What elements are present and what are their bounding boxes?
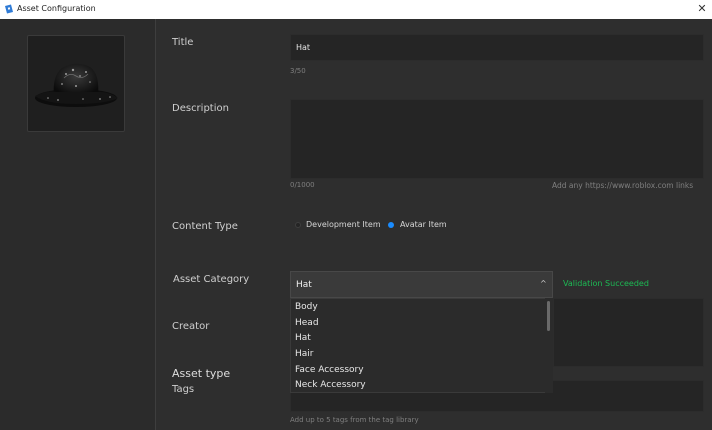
dropdown-scrollbar-thumb[interactable] bbox=[547, 301, 550, 331]
asset-type-label: Asset type bbox=[172, 367, 231, 380]
dropdown-option-neck-accessory[interactable]: Neck Accessory bbox=[295, 380, 366, 391]
description-label: Description bbox=[172, 103, 229, 114]
asset-category-label: Asset Category bbox=[173, 274, 250, 285]
radio-label-development-item[interactable]: Development Item bbox=[306, 220, 381, 230]
validation-status: Validation Succeeded bbox=[563, 279, 649, 288]
description-char-counter: 0/1000 bbox=[290, 181, 315, 189]
dropdown-option-body[interactable]: Body bbox=[295, 302, 318, 313]
asset-thumbnail bbox=[27, 35, 125, 132]
radio-development-item[interactable] bbox=[295, 222, 301, 228]
asset-category-options-list bbox=[290, 298, 553, 393]
window-titlebar: Asset Configuration ✕ bbox=[0, 0, 712, 19]
title-label: Title bbox=[172, 37, 194, 48]
window-title: Asset Configuration bbox=[17, 4, 96, 13]
close-button[interactable]: ✕ bbox=[695, 1, 709, 17]
radio-avatar-item[interactable] bbox=[388, 222, 394, 228]
roblox-studio-icon bbox=[5, 4, 13, 14]
dropdown-option-head[interactable]: Head bbox=[295, 318, 319, 329]
title-char-counter: 3/50 bbox=[290, 67, 306, 75]
title-input[interactable] bbox=[290, 34, 704, 61]
chevron-up-icon: ^ bbox=[540, 279, 547, 288]
description-hint: Add any https://www.roblox.com links bbox=[552, 181, 694, 190]
hat-thumbnail bbox=[35, 63, 118, 107]
radio-label-avatar-item[interactable]: Avatar Item bbox=[400, 220, 447, 230]
description-input[interactable] bbox=[290, 99, 704, 179]
dropdown-option-face-accessory[interactable]: Face Accessory bbox=[295, 365, 364, 376]
asset-category-selected: Hat bbox=[296, 280, 312, 290]
content-type-label: Content Type bbox=[172, 221, 238, 232]
creator-label: Creator bbox=[172, 321, 210, 332]
tags-label: Tags bbox=[172, 384, 195, 395]
dropdown-option-hair[interactable]: Hair bbox=[295, 349, 313, 360]
title-input-value: Hat bbox=[296, 43, 311, 52]
creator-field[interactable] bbox=[553, 298, 704, 367]
asset-category-dropdown[interactable] bbox=[290, 271, 553, 298]
tags-hint: Add up to 5 tags from the tag library bbox=[290, 416, 419, 424]
close-icon: ✕ bbox=[697, 2, 707, 15]
dropdown-option-hat[interactable]: Hat bbox=[295, 333, 311, 344]
